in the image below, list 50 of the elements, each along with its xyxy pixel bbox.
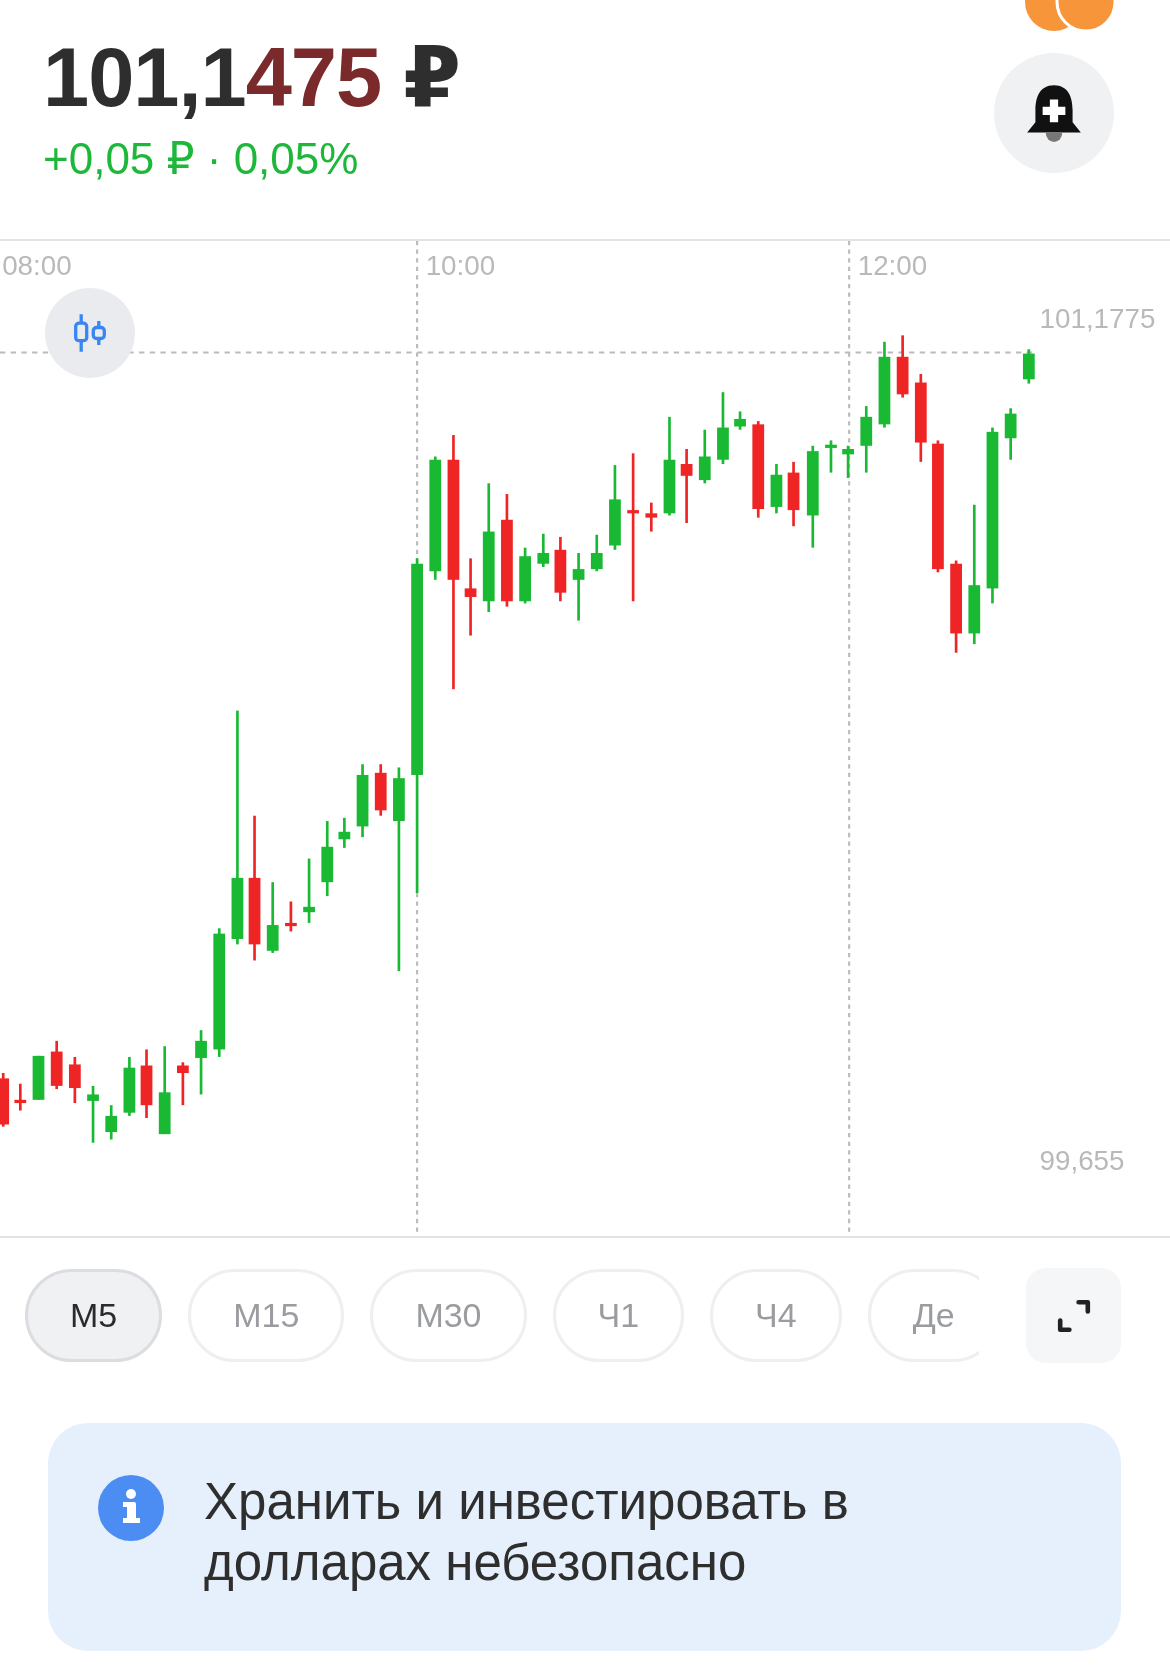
candlestick (1004, 408, 1017, 460)
candlestick (105, 1105, 118, 1140)
candlestick (1022, 349, 1035, 384)
fullscreen-button[interactable] (1026, 1268, 1121, 1363)
candlestick (177, 1062, 189, 1106)
candlestick (285, 901, 297, 932)
candlestick (590, 534, 603, 572)
candlestick (734, 411, 746, 430)
time-label: 12:00 (857, 250, 928, 282)
candlestick (0, 1073, 10, 1127)
candlestick (770, 464, 783, 514)
price-value: 101,1475 ₽ (43, 30, 460, 126)
notice-text: Хранить и инвестировать в долларах небезопасно (204, 1472, 850, 1593)
candlestick (140, 1049, 153, 1119)
time-label: 10:00 (425, 250, 496, 282)
avatar-badges-drawing[interactable] (1024, 0, 1116, 32)
candlestick (266, 882, 279, 953)
timeframe-tab[interactable]: M5 (25, 1269, 163, 1362)
candlestick (554, 536, 567, 602)
price-label: 99,655 (1039, 1144, 1125, 1176)
candlestick (14, 1083, 27, 1111)
timeframe-tab[interactable]: M15 (188, 1269, 345, 1362)
candlestick (87, 1085, 99, 1143)
price-label: 101,1775 (1039, 302, 1156, 334)
time-label: 08:00 (2, 250, 72, 282)
candlestick (860, 406, 873, 473)
candlestick (645, 502, 658, 532)
candlestick (69, 1056, 81, 1104)
candlestick (825, 440, 837, 473)
candlestick (698, 429, 711, 484)
candlestick (32, 1055, 45, 1100)
candlestick (374, 764, 387, 816)
timeframe-tab[interactable]: Де (867, 1269, 979, 1362)
timeframe-tab[interactable]: Ч1 (552, 1269, 685, 1362)
candlestick (787, 461, 800, 527)
candlestick (519, 547, 531, 604)
candlestick (537, 533, 550, 567)
candlestick (123, 1056, 136, 1116)
candlestick (572, 553, 585, 621)
candlestick (896, 335, 909, 398)
candlestick (842, 445, 854, 478)
candlestick (338, 817, 351, 848)
candlestick (717, 392, 729, 464)
candlestick (195, 1030, 207, 1095)
candlestick (303, 858, 315, 923)
timeframe-tab[interactable]: M30 (370, 1269, 527, 1362)
info-icon (98, 1475, 164, 1541)
price-change: +0,05 ₽ · 0,05% (43, 133, 360, 185)
timeframe-tab[interactable]: Ч4 (710, 1269, 842, 1362)
candlestick (50, 1040, 63, 1090)
